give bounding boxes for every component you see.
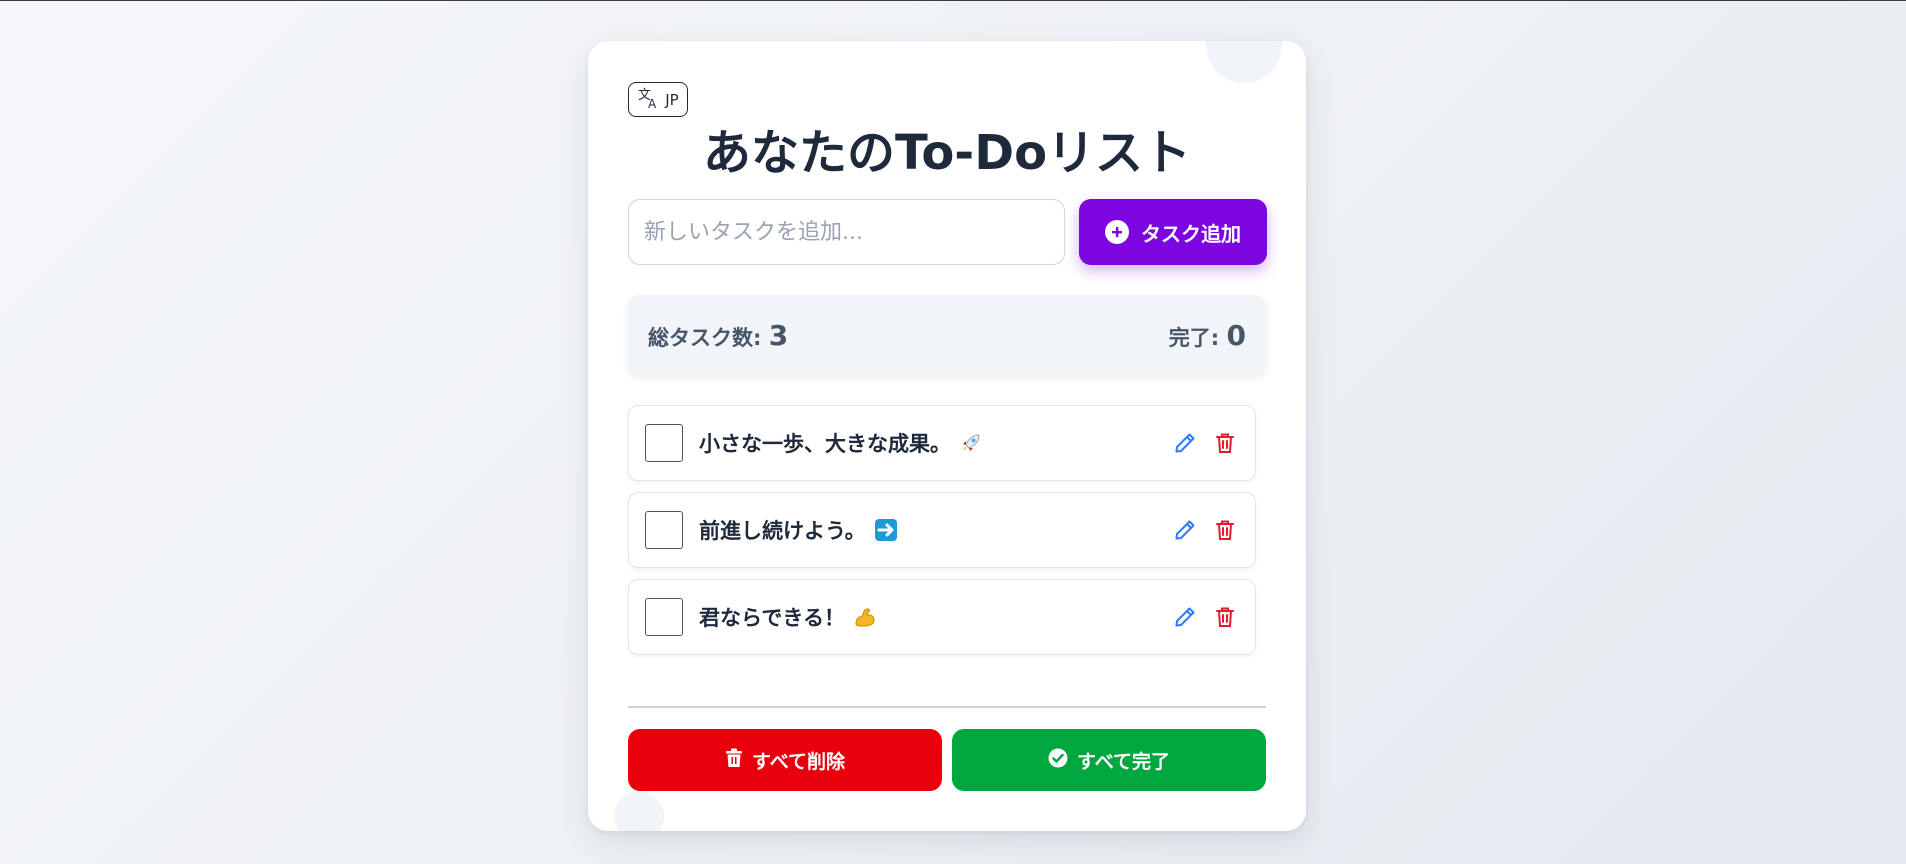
new-task-input[interactable] (628, 199, 1065, 265)
pencil-icon[interactable] (1171, 429, 1199, 457)
card-decoration-circle (614, 791, 664, 831)
todo-card: 文 A JP あなたのTo-Doリスト タスク追加 総タスク数: 3 完了: 0 (588, 41, 1306, 831)
trash-icon[interactable] (1211, 516, 1239, 544)
translate-icon: 文 A (637, 86, 661, 114)
total-tasks-stat: 総タスク数: 3 (648, 319, 788, 352)
svg-text:A: A (648, 97, 657, 110)
trash-icon[interactable] (1211, 603, 1239, 631)
completed-tasks-stat: 完了: 0 (1169, 319, 1246, 352)
trash-icon (725, 748, 743, 773)
card-decoration-circle (1206, 41, 1282, 83)
total-tasks-count: 3 (768, 318, 789, 352)
total-tasks-label: 総タスク数: (648, 325, 762, 350)
completed-tasks-count: 0 (1226, 318, 1246, 352)
task-actions (1171, 516, 1239, 544)
task-checkbox[interactable] (645, 511, 683, 549)
divider (628, 706, 1266, 708)
complete-all-label: すべて完了 (1077, 750, 1170, 773)
pencil-icon[interactable] (1171, 516, 1199, 544)
task-item: 小さな一歩、大きな成果。 (628, 405, 1256, 481)
completed-tasks-label: 完了: (1168, 325, 1220, 350)
trash-icon[interactable] (1211, 429, 1239, 457)
task-actions (1171, 429, 1239, 457)
language-toggle-button[interactable]: 文 A JP (628, 82, 688, 117)
task-item: 前進し続けよう。 (628, 492, 1256, 568)
task-checkbox[interactable] (645, 598, 683, 636)
delete-all-label: すべて削除 (752, 750, 845, 773)
language-label: JP (665, 90, 679, 109)
task-item: 君ならできる！ (628, 579, 1256, 655)
delete-all-button[interactable]: すべて削除 (628, 729, 942, 791)
task-actions (1171, 603, 1239, 631)
page-title: あなたのTo-Doリスト (702, 125, 1192, 181)
complete-all-button[interactable]: すべて完了 (952, 729, 1266, 791)
right-arrow-icon (874, 518, 898, 542)
check-circle-icon (1048, 748, 1068, 773)
task-list: 小さな一歩、大きな成果。 前進し続けよう。 君ならできる！ (628, 405, 1256, 666)
rocket-icon (959, 431, 983, 455)
task-text: 前進し続けよう。 (699, 515, 1171, 545)
plus-circle-icon (1105, 220, 1129, 244)
task-text: 小さな一歩、大きな成果。 (699, 428, 1171, 458)
pencil-icon[interactable] (1171, 603, 1199, 631)
flexed-biceps-icon (853, 605, 877, 629)
task-checkbox[interactable] (645, 424, 683, 462)
add-task-button[interactable]: タスク追加 (1079, 199, 1267, 265)
add-task-label: タスク追加 (1141, 221, 1241, 246)
task-text: 君ならできる！ (699, 602, 1171, 632)
task-stats: 総タスク数: 3 完了: 0 (628, 295, 1266, 375)
